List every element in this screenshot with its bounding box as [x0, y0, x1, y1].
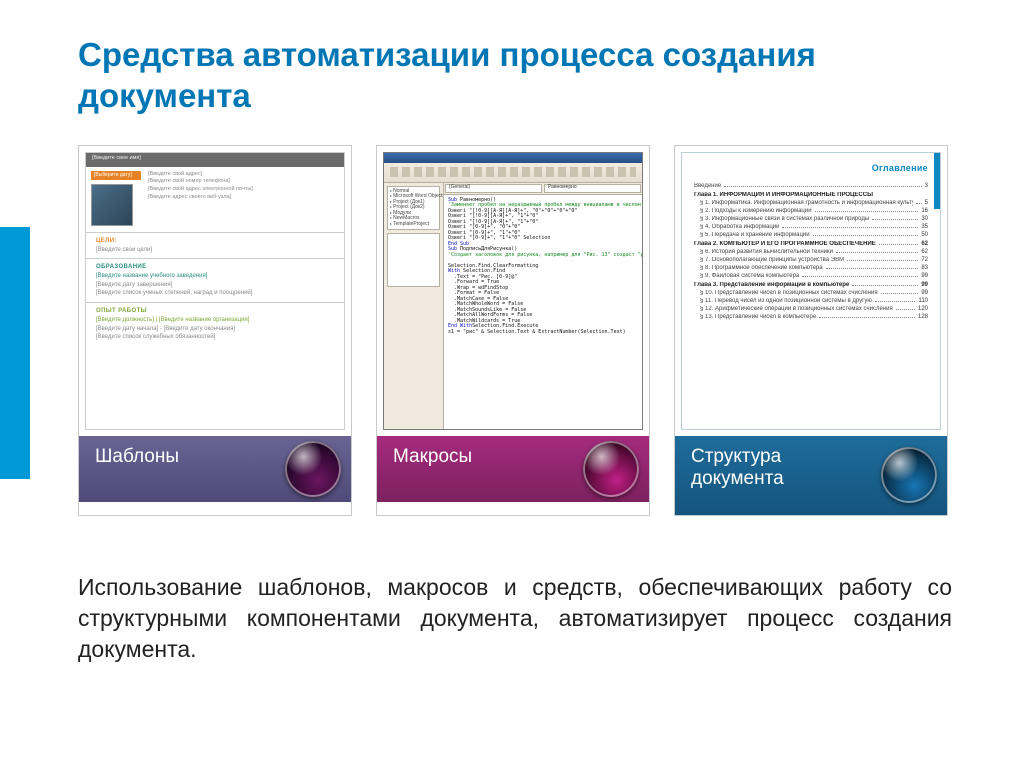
template-education-line: [Введите название учебного заведения] [96, 272, 334, 281]
toc-line-page: 120 [918, 306, 928, 312]
toc-line: § 8. Программное обеспечение компьютера 8… [694, 265, 928, 271]
vba-combo-left: (General) [445, 184, 542, 193]
toc-line-page: 99 [921, 273, 928, 279]
toc-line: § 4. Обработка информации 35 [694, 224, 928, 230]
toc-line: § 10. Представление чисел в позиционных … [694, 290, 928, 296]
vba-tree-item: TemplateProject [390, 222, 437, 228]
tpl-heading-experience: ОПЫТ РАБОТЫ [96, 307, 334, 316]
toc-line-page: 30 [921, 216, 928, 222]
toc-line: § 1. Информатика. Информационная грамотн… [694, 200, 928, 206]
toc-line-label: § 4. Обработка информации [694, 224, 779, 230]
card-templates: [Введите свое имя] [Выберите дату] [Введ… [78, 145, 352, 517]
toc-line-page: 72 [921, 257, 928, 263]
toc-line-page: 50 [921, 232, 928, 238]
template-contact-line: [Введите свой адрес электронной почты] [148, 186, 338, 194]
cards-row: [Введите свое имя] [Выберите дату] [Введ… [78, 145, 956, 517]
toc-line-label: § 8. Программное обеспечение компьютера [694, 265, 823, 271]
template-experience-line: [Введите должность] | [Введите название … [96, 316, 334, 325]
toc-line-label: Глава 3. Представление информации в комп… [694, 282, 849, 288]
toc-line: § 5. Передача и хранение информации 50 [694, 232, 928, 238]
card-templates-label: Шаблоны [95, 446, 179, 467]
toc-line-label: § 2. Подходы к измерению информации [694, 208, 812, 214]
orb-icon [583, 441, 639, 497]
template-contact-block: [Введите свой адрес][Введите свой номер … [148, 167, 344, 231]
toc-line-label: Глава 2. КОМПЬЮТЕР И ЕГО ПРОГРАММНОЕ ОБЕ… [694, 241, 876, 247]
tpl-heading-education: ОБРАЗОВАНИЕ [96, 263, 334, 272]
tpl-heading-goals: ЦЕЛИ: [96, 237, 334, 246]
toc-line-page: 62 [921, 249, 928, 255]
toc-line: Глава 3. Представление информации в комп… [694, 282, 928, 288]
slide-description: Использование шаблонов, макросов и средс… [78, 572, 956, 665]
vba-code-pane: Sub Равномерно() 'Заменяет пробел на нер… [444, 195, 642, 429]
toc-line: § 12. Арифметические операции в позицион… [694, 306, 928, 312]
template-date-field: [Выберите дату] [91, 171, 141, 181]
toc-line-page: 16 [921, 208, 928, 214]
toc-line-label: § 1. Информатика. Информационная грамотн… [694, 200, 913, 206]
toc-line-label: § 12. Арифметические операции в позицион… [694, 306, 893, 312]
template-preview: [Введите свое имя] [Выберите дату] [Введ… [85, 152, 345, 430]
template-photo-placeholder [91, 184, 133, 226]
toc-line: § 6. История развития вычислительной тех… [694, 249, 928, 255]
card-macros-label: Макросы [393, 446, 472, 467]
vba-project-tree: NormalMicrosoft Word ObjectsProject (Док… [384, 183, 444, 429]
orb-icon [285, 441, 341, 497]
card-structure-label: Структура документа [691, 446, 784, 490]
toc-preview: Оглавление Введение 3 Глава 1. ИНФОРМАЦИЯ … [681, 152, 941, 430]
toc-line: § 9. Файловая система компьютера 99 [694, 273, 928, 279]
card-templates-thumb: [Введите свое имя] [Выберите дату] [Введ… [79, 146, 351, 436]
vba-editor-preview: NormalMicrosoft Word ObjectsProject (Док… [383, 152, 643, 430]
toc-line-page: 83 [921, 265, 928, 271]
toc-line-label: § 6. История развития вычислительной тех… [694, 249, 833, 255]
toc-line: Введение 3 [694, 183, 928, 189]
toc-line: Глава 2. КОМПЬЮТЕР И ЕГО ПРОГРАММНОЕ ОБЕ… [694, 241, 928, 247]
toc-line-page: 62 [921, 241, 928, 247]
template-contact-line: [Введите адрес своего веб-узла] [148, 194, 338, 202]
toc-title: Оглавление [694, 163, 928, 173]
vba-titlebar [384, 153, 642, 163]
toc-line-page: 99 [921, 290, 928, 296]
slide-content: Средства автоматизации процесса создания… [0, 0, 1024, 665]
toc-line-page: 5 [925, 200, 928, 206]
toc-line-label: § 13. Представление чисел в компьютере [694, 314, 816, 320]
toc-line-page: 3 [925, 183, 928, 189]
tpl-goals-line: [Введите свои цели] [96, 246, 334, 255]
toc-line-label: § 7. Основополагающие принципы устройств… [694, 257, 844, 263]
toc-line-label: § 10. Представление чисел в позиционных … [694, 290, 878, 296]
card-templates-bar: Шаблоны [79, 436, 351, 502]
toc-line-label: Введение [694, 183, 721, 189]
toc-line-label: § 5. Передача и хранение информации [694, 232, 810, 238]
toc-line: § 7. Основополагающие принципы устройств… [694, 257, 928, 263]
card-structure-thumb: Оглавление Введение 3 Глава 1. ИНФОРМАЦИЯ … [675, 146, 947, 436]
slide-title: Средства автоматизации процесса создания… [78, 34, 956, 117]
toc-line-label: § 11. Перевод чисел из одной позиционной… [694, 298, 872, 304]
toc-line-page: 110 [918, 298, 928, 304]
template-education-line: [Введите дату завершения] [96, 281, 334, 290]
toc-line-page: 128 [918, 314, 928, 320]
card-macros: NormalMicrosoft Word ObjectsProject (Док… [376, 145, 650, 517]
template-experience-line: [Введите дату начала] - [Введите дату ок… [96, 325, 334, 334]
toc-line-label: Глава 1. ИНФОРМАЦИЯ И ИНФОРМАЦИОННЫЕ ПРО… [694, 192, 873, 198]
template-experience-line: [Введите список служебных обязанностей] [96, 333, 334, 342]
toc-line-page: 35 [921, 224, 928, 230]
toc-line: Глава 1. ИНФОРМАЦИЯ И ИНФОРМАЦИОННЫЕ ПРО… [694, 192, 928, 198]
toc-line: § 11. Перевод чисел из одной позиционной… [694, 298, 928, 304]
toc-line: § 13. Представление чисел в компьютере 12… [694, 314, 928, 320]
toc-line-label: § 9. Файловая система компьютера [694, 273, 799, 279]
vba-toolbar [384, 163, 642, 183]
card-macros-thumb: NormalMicrosoft Word ObjectsProject (Док… [377, 146, 649, 436]
slide-side-accent [0, 227, 30, 479]
template-name-field: [Введите свое имя] [86, 153, 344, 167]
toc-line-label: § 3. Информационные связи в системах раз… [694, 216, 869, 222]
toc-line: § 3. Информационные связи в системах раз… [694, 216, 928, 222]
toc-line-page: 99 [921, 282, 928, 288]
orb-icon [881, 447, 937, 503]
vba-combo-right: Равномерно [544, 184, 641, 193]
card-structure: Оглавление Введение 3 Глава 1. ИНФОРМАЦИЯ … [674, 145, 948, 517]
card-structure-bar: Структура документа [675, 436, 947, 516]
vba-properties-pane [387, 233, 440, 287]
card-macros-bar: Макросы [377, 436, 649, 502]
toc-line: § 2. Подходы к измерению информации 16 [694, 208, 928, 214]
template-education-line: [Введите список ученых степеней, наград … [96, 289, 334, 298]
